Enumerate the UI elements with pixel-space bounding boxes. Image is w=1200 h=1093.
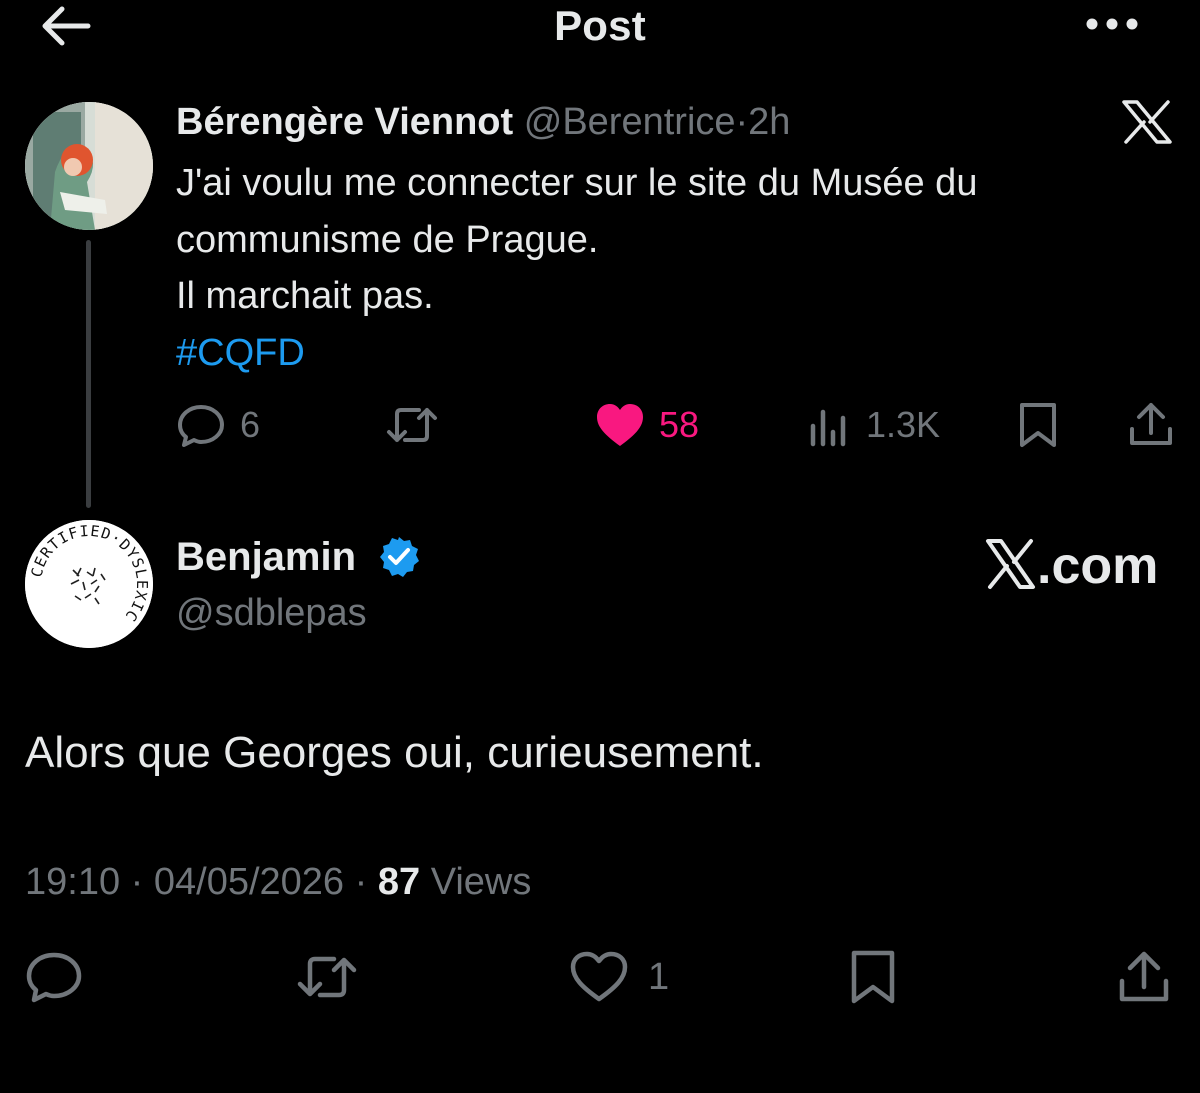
parent-post-header: Bérengère Viennot @Berentrice·2h: [176, 97, 790, 147]
parent-post-actions: 6 58 1.3K: [0, 395, 1200, 455]
x-logo: [1122, 100, 1172, 144]
repost-icon: [387, 408, 437, 442]
reply-button[interactable]: [25, 945, 83, 1009]
share-button[interactable]: [1118, 945, 1170, 1009]
reply-icon: [26, 952, 82, 1003]
share-icon: [1130, 403, 1172, 445]
like-button[interactable]: 1: [570, 945, 669, 1009]
bookmark-button[interactable]: [1016, 395, 1060, 455]
text-line: communisme de Prague.: [176, 218, 599, 261]
verified-icon: [380, 537, 419, 577]
views-label: Views: [430, 861, 532, 903]
post-time[interactable]: 19:10: [25, 861, 120, 903]
avatar-illustration: [25, 102, 153, 230]
like-count: 58: [659, 404, 700, 445]
author-name[interactable]: Bérengère Viennot: [176, 101, 513, 143]
share-button[interactable]: [1128, 395, 1174, 455]
views-count: 87: [377, 861, 421, 903]
reply-button[interactable]: 6: [176, 395, 260, 455]
separator: ·: [735, 101, 749, 143]
author-handle[interactable]: @Berentrice: [524, 101, 736, 143]
share-icon: [1119, 951, 1169, 1002]
author-name[interactable]: Benjamin: [176, 532, 356, 582]
reply-count: 6: [240, 404, 261, 445]
repost-button[interactable]: [385, 395, 439, 455]
repost-button[interactable]: [296, 945, 358, 1009]
post-actions: 1: [0, 945, 1200, 1009]
like-count: 1: [648, 955, 670, 998]
views-button[interactable]: 1.3K: [808, 395, 940, 455]
post-date[interactable]: 04/05/2026: [154, 861, 344, 903]
repost-icon: [297, 956, 357, 998]
top-bar: Post: [0, 0, 1200, 60]
text-line: J'ai voulu me connecter sur le site du M…: [176, 162, 978, 204]
verified-badge[interactable]: [378, 536, 420, 578]
hashtag-link[interactable]: #CQFD: [176, 325, 1166, 382]
author-handle[interactable]: @sdblepas: [176, 588, 367, 638]
x-com-watermark: .com: [985, 535, 1161, 595]
heart-icon: [597, 404, 643, 446]
more-button[interactable]: [1082, 8, 1142, 40]
heart-icon: [570, 951, 628, 1002]
views-icon: [810, 409, 846, 447]
post-text: Alors que Georges oui, curieusement.: [25, 728, 764, 777]
separator: ·: [130, 861, 144, 903]
post-age[interactable]: 2h: [748, 101, 790, 143]
post-page: Post Bérengère Viennot @Berentrice·2h J'…: [0, 0, 1200, 1093]
certified-dyslexic-badge: CERTIFIED·DYSLEXIC: [25, 520, 153, 648]
parent-post-text: J'ai voulu me connecter sur le site du M…: [176, 155, 1166, 381]
avatar[interactable]: [25, 102, 153, 230]
like-button[interactable]: 58: [595, 395, 699, 455]
bookmark-icon: [851, 950, 895, 1004]
avatar[interactable]: CERTIFIED·DYSLEXIC: [25, 520, 153, 648]
page-title: Post: [554, 2, 646, 49]
more-icon: [1086, 18, 1138, 30]
views-count: 1.3K: [866, 404, 941, 445]
bookmark-icon: [1020, 403, 1056, 447]
separator: ·: [354, 861, 368, 903]
bookmark-button[interactable]: [848, 945, 898, 1009]
post-meta: 19:10 · 04/05/2026 · 87 Views: [25, 857, 531, 907]
text-line: Il marchait pas.: [176, 275, 434, 317]
svg-text:.com: .com: [1037, 537, 1158, 595]
x-logo-icon: [1122, 100, 1172, 144]
reply-icon: [178, 405, 224, 447]
x-logo-icon: .com: [986, 537, 1158, 595]
thread-line: [86, 240, 91, 508]
